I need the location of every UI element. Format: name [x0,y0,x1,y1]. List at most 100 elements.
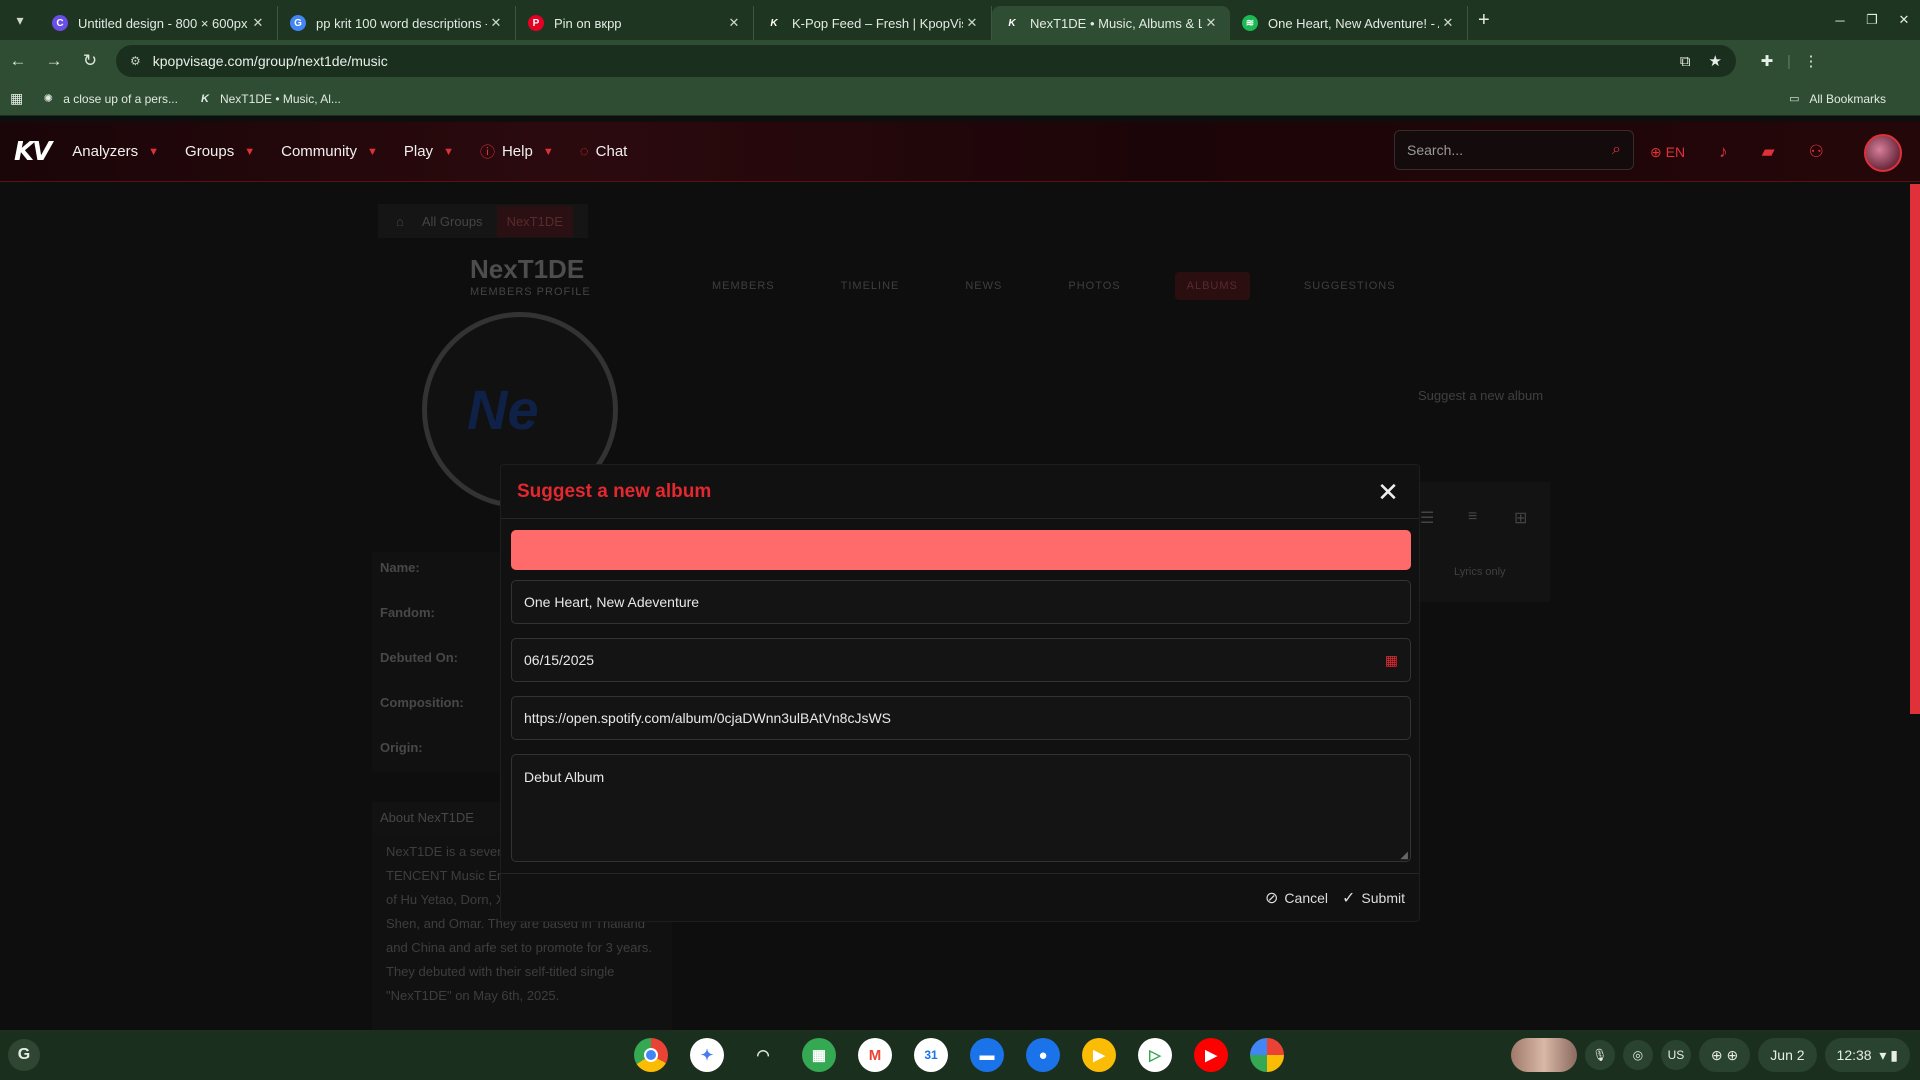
submit-button[interactable]: ✓ Submit [1342,888,1405,908]
site-info-icon[interactable]: ⚙ [130,54,141,68]
user-avatar[interactable] [1864,134,1902,172]
calendar-app-icon[interactable]: 31 [914,1038,948,1072]
locale-indicator[interactable]: US [1660,1040,1691,1070]
pinned-apps: ✦ ◠ ▦ M 31 ▬ ● ▶ ▷ ▶ [634,1038,1306,1072]
suggest-album-link[interactable]: Suggest a new album [1418,388,1543,403]
extensions-icon[interactable]: ✚ [1750,52,1784,70]
tab-search-chevron-icon[interactable]: ▾ [6,6,34,34]
tab-news[interactable]: NEWS [953,272,1014,300]
tab-close-icon[interactable]: ✕ [487,15,505,31]
close-icon[interactable]: ✕ [1373,477,1403,507]
address-bar[interactable]: ⚙ kpopvisage.com/group/next1de/music ⧉ ★ [116,45,1736,77]
album-name-input[interactable]: One Heart, New Adeventure [511,580,1411,624]
back-icon[interactable]: ← [0,51,36,71]
all-bookmarks-button[interactable]: ▭ All Bookmarks [1787,92,1886,106]
tab-close-icon[interactable]: ✕ [725,15,743,31]
microphone-icon[interactable]: 🎙︎ [1584,1040,1615,1070]
search-icon[interactable]: ⌕ [1612,141,1621,159]
restore-icon[interactable]: ❐ [1856,12,1888,28]
status-area[interactable]: 12:38 ▾ ▮ [1824,1038,1910,1072]
spotify-icon: ≋ [1242,15,1258,31]
site-logo[interactable]: KV [14,137,52,167]
window-controls: ─ ❐ ✕ [1824,0,1920,40]
modal-title: Suggest a new album [517,480,712,502]
cast-icon[interactable]: ◠ [746,1038,780,1072]
language-selector[interactable]: ⊕ EN [1650,144,1685,161]
resize-grip-icon[interactable]: ◢ [1400,850,1408,861]
bookmark-item[interactable]: K NexT1DE • Music, Al... [198,92,341,106]
site-search-input[interactable]: Search... ⌕ [1394,130,1634,170]
tab-close-icon[interactable]: ✕ [963,15,981,31]
browser-tab[interactable]: P Pin on вкрр ✕ [516,6,754,40]
tab-close-icon[interactable]: ✕ [1202,15,1220,31]
tab-albums[interactable]: ALBUMS [1174,272,1250,300]
quick-actions[interactable]: ⊕ ⊕ [1698,1038,1751,1072]
menu-kebab-icon[interactable]: ⋮ [1794,52,1828,70]
nav-chat[interactable]: ◌ Chat [580,143,628,160]
nav-help[interactable]: ⓘ Help ▼ [480,141,554,162]
browser-tab[interactable]: ≋ One Heart, New Adventure! - Al ✕ [1230,6,1468,40]
profile-photos[interactable] [1510,1038,1577,1072]
home-icon[interactable]: ⌂ [396,214,404,229]
tab-close-icon[interactable]: ✕ [1439,15,1457,31]
reload-icon[interactable]: ↻ [72,51,108,71]
youtube-icon[interactable]: ▶ [1194,1038,1228,1072]
new-tab-button[interactable]: + [1478,9,1490,32]
tab-suggestions[interactable]: SUGGESTIONS [1292,272,1408,300]
group-tabs: MEMBERS TIMELINE NEWS PHOTOS ALBUMS SUGG… [700,272,1450,300]
browser-tab-active[interactable]: K NexT1DE • Music, Albums & Ly ✕ [992,6,1230,40]
launcher-button[interactable]: G [8,1039,40,1071]
screen-capture-icon[interactable]: ◎ [1622,1040,1653,1070]
breadcrumb-groups[interactable]: All Groups [422,214,483,229]
description-textarea[interactable]: Debut Album ◢ [511,754,1411,862]
minimize-icon[interactable]: ─ [1824,13,1856,28]
cancel-button[interactable]: ⊘ Cancel [1265,888,1328,908]
modal-header: Suggest a new album ✕ [501,465,1419,519]
nav-community[interactable]: Community ▼ [281,143,378,160]
tab-timeline[interactable]: TIMELINE [829,272,912,300]
files-icon[interactable]: ▬ [970,1038,1004,1072]
chevron-down-icon: ▼ [148,145,160,158]
bell-icon[interactable]: ♪ [1719,142,1728,162]
gemini-icon[interactable]: ✦ [690,1038,724,1072]
nav-analyzers[interactable]: Analyzers ▼ [72,143,159,160]
suggest-album-modal: Suggest a new album ✕ One Heart, New Ade… [500,464,1420,922]
gmail-icon[interactable]: M [858,1038,892,1072]
calendar-icon[interactable]: ▦ [1385,652,1398,669]
nav-label: Chat [595,143,628,160]
install-app-icon[interactable]: ⧉ [1680,53,1691,70]
nav-play[interactable]: Play ▼ [404,143,454,160]
browser-tab[interactable]: C Untitled design - 800 × 600px ✕ [40,6,278,40]
forward-icon[interactable]: → [36,51,72,71]
browser-tab[interactable]: G pp krit 100 word descriptions - ✕ [278,6,516,40]
play-store-icon[interactable]: ▷ [1138,1038,1172,1072]
bookmark-star-icon[interactable]: ★ [1709,52,1722,70]
chrome-icon[interactable] [634,1038,668,1072]
app-grid-icon[interactable]: ▦ [802,1038,836,1072]
tab-photos[interactable]: PHOTOS [1056,272,1132,300]
nav-groups[interactable]: Groups ▼ [185,143,255,160]
lyrics-only-toggle[interactable]: Lyrics only [1454,566,1506,578]
messages-icon[interactable]: ▰ [1762,142,1775,162]
tab-members[interactable]: MEMBERS [700,272,787,300]
browser-tab[interactable]: K K-Pop Feed – Fresh | KpopVisa ✕ [754,6,992,40]
spotify-url-input[interactable]: https://open.spotify.com/album/0cjaDWnn3… [511,696,1411,740]
close-window-icon[interactable]: ✕ [1888,12,1920,28]
bookmark-item[interactable]: ✺ a close up of a pers... [41,92,178,106]
grid-view-icon[interactable]: ⊞ [1514,508,1527,528]
help-icon: ⓘ [479,144,495,161]
battery-icon: ▮ [1890,1046,1898,1063]
apps-grid-icon[interactable]: ▦ [10,90,23,107]
meet-icon[interactable]: ▶ [1082,1038,1116,1072]
photos-icon[interactable] [1250,1038,1284,1072]
release-date-input[interactable]: 06/15/2025 ▦ [511,638,1411,682]
compact-view-icon[interactable]: ≡ [1468,508,1477,526]
messages-app-icon[interactable]: ● [1026,1038,1060,1072]
folder-icon: ▭ [1789,93,1800,105]
date-display[interactable]: Jun 2 [1758,1038,1817,1072]
tab-close-icon[interactable]: ✕ [249,15,267,31]
page-scrollbar[interactable] [1910,184,1920,714]
list-view-icon[interactable]: ☰ [1420,508,1434,528]
nav-label: Analyzers [72,143,139,160]
friends-icon[interactable]: ⚇ [1809,142,1824,162]
